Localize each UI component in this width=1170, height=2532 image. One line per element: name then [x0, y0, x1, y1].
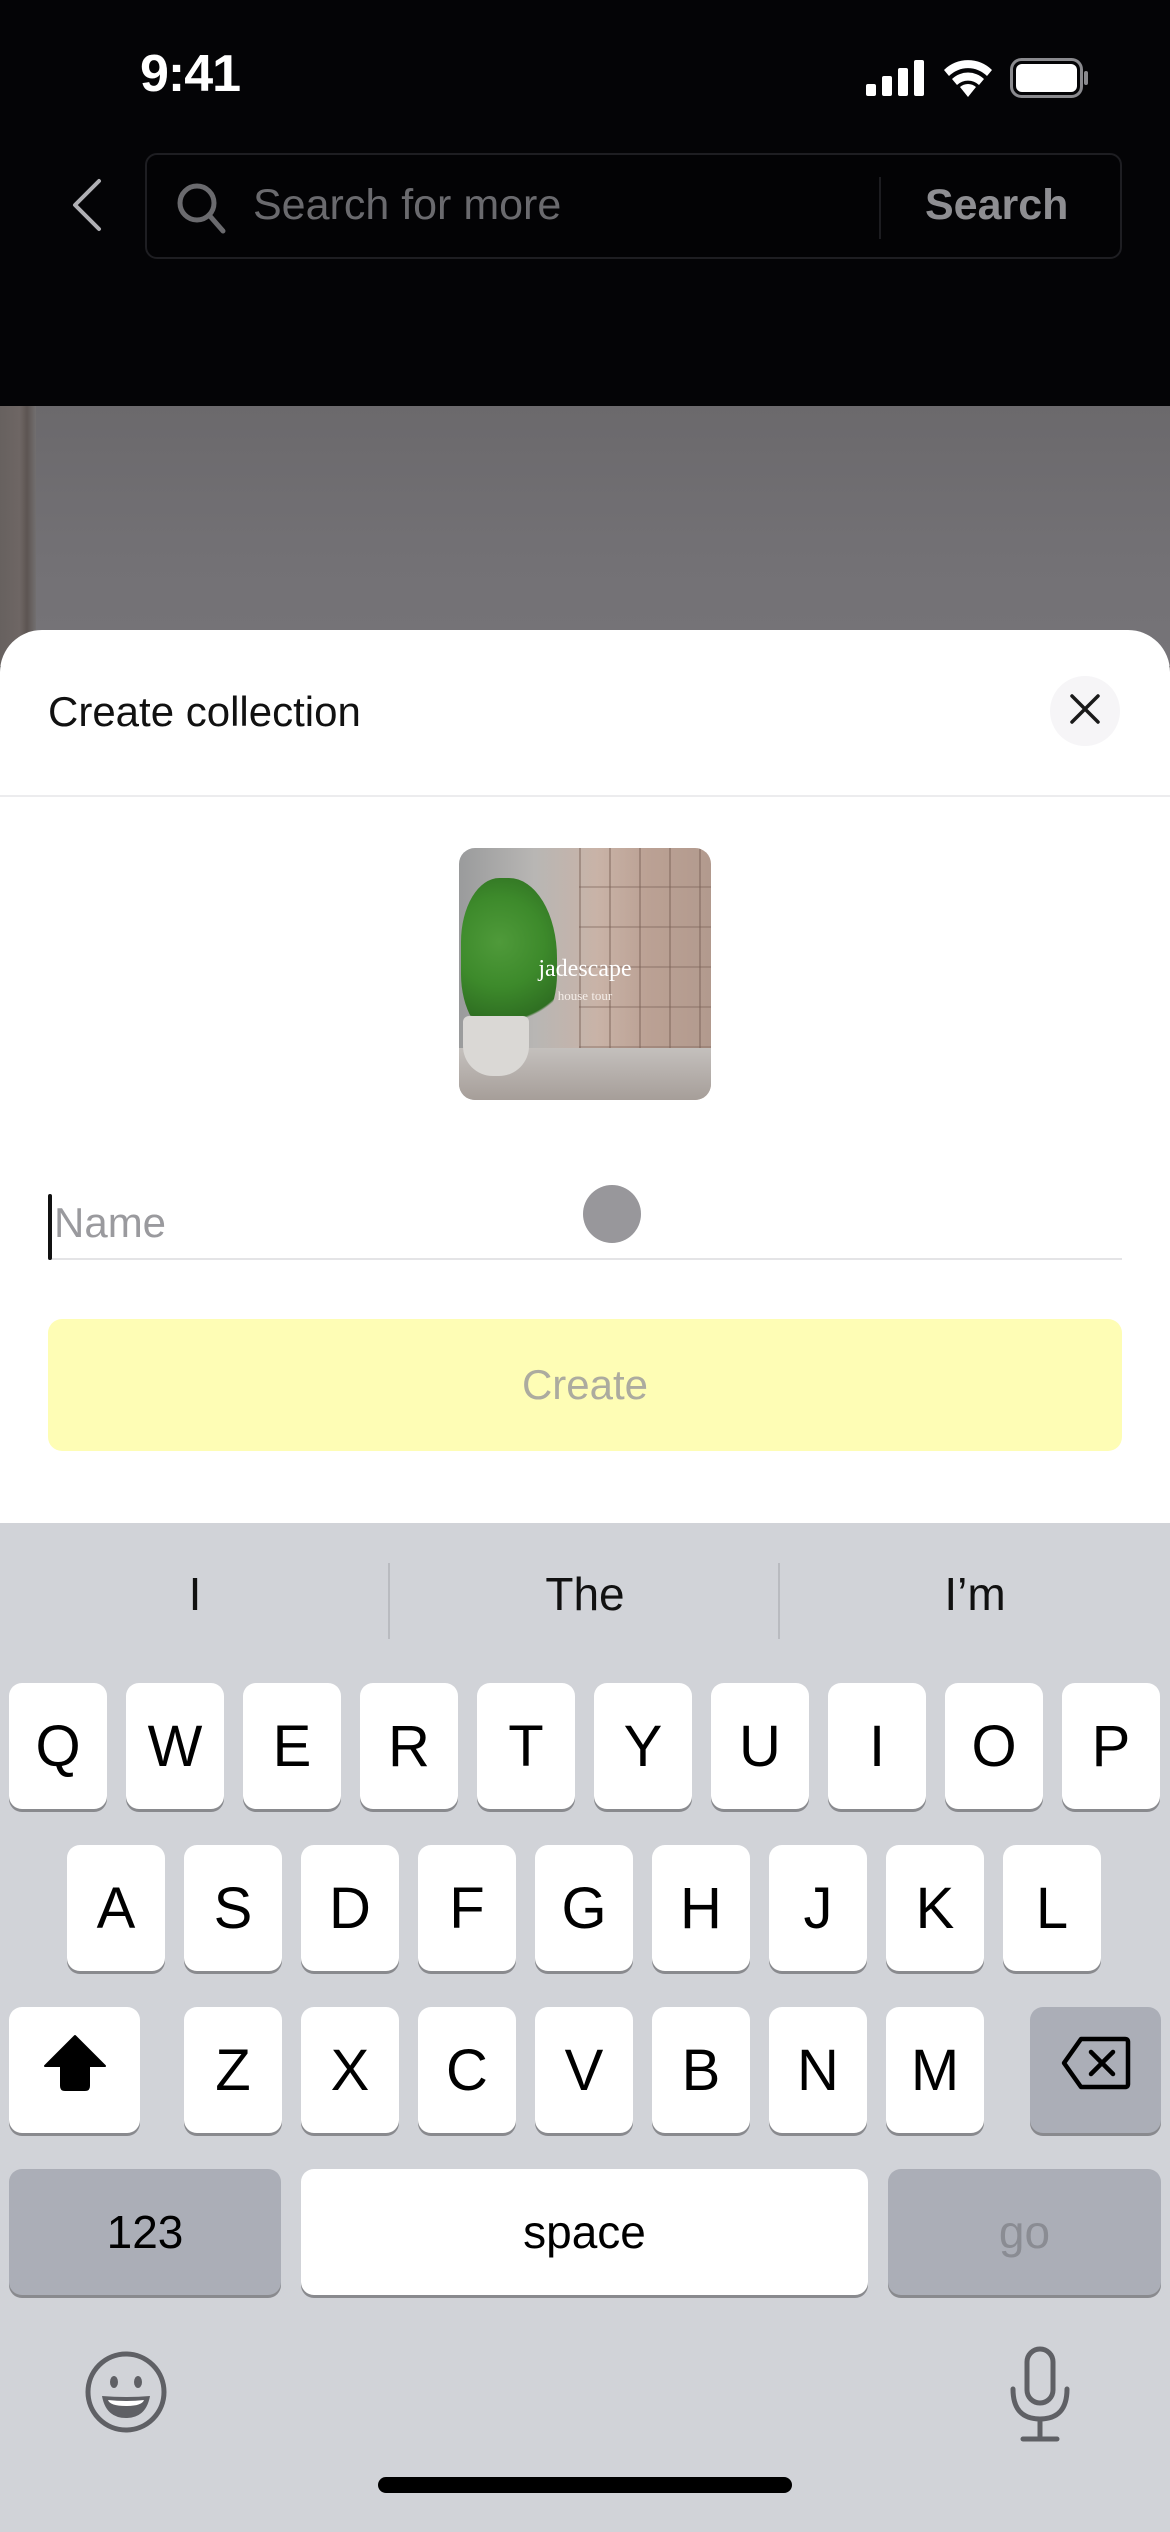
- keyboard: I The I’m Q W E R T Y U I O P A S D F G …: [0, 1523, 1170, 2532]
- battery-icon: [1010, 58, 1090, 103]
- shift-icon: [43, 2034, 107, 2106]
- numbers-key[interactable]: 123: [9, 2169, 281, 2295]
- delete-key[interactable]: [1030, 2007, 1161, 2133]
- status-bar: 9:41: [0, 0, 1170, 150]
- close-icon: [1069, 693, 1101, 730]
- key-n[interactable]: N: [769, 2007, 867, 2133]
- key-v[interactable]: V: [535, 2007, 633, 2133]
- key-w[interactable]: W: [126, 1683, 224, 1809]
- touch-indicator: [583, 1185, 641, 1243]
- key-b[interactable]: B: [652, 2007, 750, 2133]
- key-d[interactable]: D: [301, 1845, 399, 1971]
- go-key-label: go: [998, 2206, 1051, 2258]
- home-indicator[interactable]: [378, 2477, 792, 2493]
- key-z[interactable]: Z: [184, 2007, 282, 2133]
- key-y[interactable]: Y: [594, 1683, 692, 1809]
- key-g[interactable]: G: [535, 1845, 633, 1971]
- chevron-left-icon: [69, 177, 103, 238]
- collection-cover-image: jadescape house tour: [459, 848, 711, 1100]
- background-image-frame: [0, 406, 36, 666]
- key-u[interactable]: U: [711, 1683, 809, 1809]
- wifi-icon: [942, 59, 994, 102]
- cellular-signal-icon: [866, 60, 926, 101]
- status-time: 9:41: [140, 45, 241, 103]
- suggestion-bar: I The I’m: [0, 1523, 1170, 1673]
- create-button[interactable]: Create: [48, 1319, 1122, 1451]
- key-f[interactable]: F: [418, 1845, 516, 1971]
- numbers-key-label: 123: [106, 2206, 184, 2258]
- close-button[interactable]: [1050, 676, 1120, 746]
- sheet-divider: [0, 795, 1170, 797]
- space-key-label: space: [523, 2206, 646, 2258]
- sheet-title: Create collection: [48, 688, 361, 735]
- key-j[interactable]: J: [769, 1845, 867, 1971]
- key-e[interactable]: E: [243, 1683, 341, 1809]
- suggestion-item[interactable]: I’m: [780, 1567, 1170, 1621]
- key-k[interactable]: K: [886, 1845, 984, 1971]
- cover-subtitle: house tour: [557, 988, 613, 1003]
- cover-wall-panels: [579, 848, 711, 1048]
- suggestion-item[interactable]: I: [0, 1567, 390, 1621]
- emoji-icon: [84, 2351, 168, 2438]
- key-i[interactable]: I: [828, 1683, 926, 1809]
- top-bar: 9:41 Search for more Search: [0, 0, 1170, 406]
- emoji-button[interactable]: [84, 2350, 168, 2434]
- go-key[interactable]: go: [888, 2169, 1161, 2295]
- search-divider: [879, 177, 881, 239]
- name-input[interactable]: [54, 1188, 1054, 1258]
- dictation-button[interactable]: [1005, 2345, 1075, 2445]
- key-x[interactable]: X: [301, 2007, 399, 2133]
- key-h[interactable]: H: [652, 1845, 750, 1971]
- nav-row: Search for more Search: [0, 153, 1170, 261]
- space-key[interactable]: space: [301, 2169, 868, 2295]
- key-r[interactable]: R: [360, 1683, 458, 1809]
- microphone-icon: [1005, 2346, 1075, 2449]
- back-button[interactable]: [62, 177, 110, 237]
- suggestion-item[interactable]: The: [390, 1567, 780, 1621]
- key-o[interactable]: O: [945, 1683, 1043, 1809]
- search-button[interactable]: Search: [925, 181, 1068, 230]
- text-caret: [48, 1194, 52, 1260]
- key-p[interactable]: P: [1062, 1683, 1160, 1809]
- status-icons: [866, 58, 1090, 103]
- key-m[interactable]: M: [886, 2007, 984, 2133]
- key-c[interactable]: C: [418, 2007, 516, 2133]
- key-l[interactable]: L: [1003, 1845, 1101, 1971]
- key-t[interactable]: T: [477, 1683, 575, 1809]
- search-bar[interactable]: Search for more Search: [145, 153, 1122, 259]
- cover-pot: [463, 1016, 529, 1076]
- cover-title: jadescape: [538, 956, 632, 982]
- search-input[interactable]: Search for more: [253, 181, 561, 230]
- shift-key[interactable]: [9, 2007, 140, 2133]
- key-s[interactable]: S: [184, 1845, 282, 1971]
- backspace-icon: [1061, 2036, 1131, 2104]
- background-image: [0, 406, 1170, 666]
- key-q[interactable]: Q: [9, 1683, 107, 1809]
- key-a[interactable]: A: [67, 1845, 165, 1971]
- search-icon: [175, 181, 229, 235]
